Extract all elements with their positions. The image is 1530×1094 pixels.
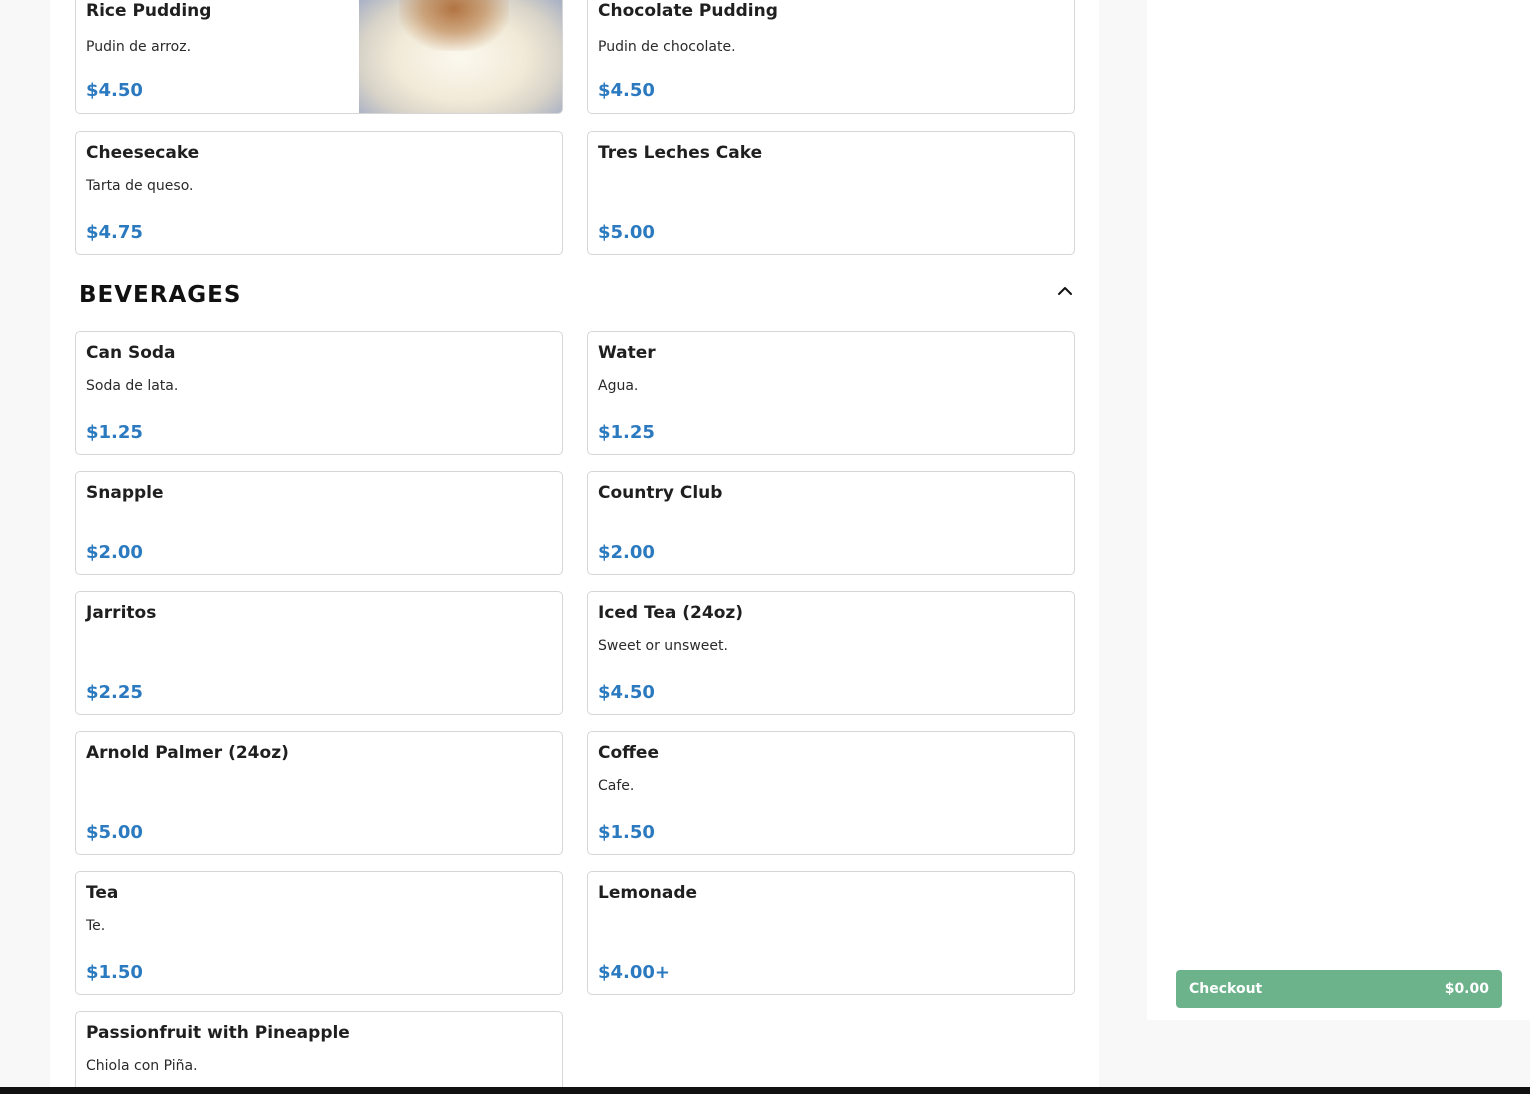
menu-item-card[interactable]: Snapple $2.00	[75, 471, 563, 575]
menu-item-card[interactable]: Arnold Palmer (24oz) $5.00	[75, 731, 563, 855]
item-description: Tarta de queso.	[86, 178, 194, 194]
item-price: $1.25	[598, 422, 655, 443]
item-name: Passionfruit with Pineapple	[86, 1023, 350, 1043]
menu-item-card[interactable]: Water Agua. $1.25	[587, 331, 1075, 455]
item-description: Soda de lata.	[86, 378, 179, 394]
item-description: Agua.	[598, 378, 639, 394]
item-name: Chocolate Pudding	[598, 1, 778, 21]
menu-item-card[interactable]: Iced Tea (24oz) Sweet or unsweet. $4.50	[587, 591, 1075, 715]
item-name: Lemonade	[598, 883, 698, 903]
item-name: Can Soda	[86, 343, 176, 363]
item-name: Tres Leches Cake	[598, 143, 763, 163]
menu-item-card[interactable]: Coffee Cafe. $1.50	[587, 731, 1075, 855]
item-price: $1.50	[86, 962, 143, 983]
rice-pudding-photo	[359, 0, 562, 113]
item-price: $5.00	[86, 822, 143, 843]
section-title-beverages: BEVERAGES	[79, 282, 242, 308]
checkout-total: $0.00	[1444, 981, 1489, 997]
item-price: $1.25	[86, 422, 143, 443]
chevron-up-icon[interactable]	[1054, 282, 1076, 300]
item-price: $4.50	[598, 682, 655, 703]
item-price: $4.75	[86, 222, 143, 243]
item-name: Jarritos	[86, 603, 157, 623]
item-description: Cafe.	[598, 778, 635, 794]
bottom-bar	[0, 1087, 1530, 1094]
item-name: Snapple	[86, 483, 164, 503]
item-price: $4.50	[598, 80, 655, 101]
item-price: $4.00+	[598, 962, 671, 983]
menu-item-card[interactable]: Country Club $2.00	[587, 471, 1075, 575]
item-name: Tea	[86, 883, 119, 903]
checkout-label: Checkout	[1189, 981, 1263, 997]
item-name: Country Club	[598, 483, 723, 503]
checkout-button[interactable]: Checkout $0.00	[1176, 970, 1502, 1008]
menu-item-card[interactable]: Can Soda Soda de lata. $1.25	[75, 331, 563, 455]
menu-item-card[interactable]: Tres Leches Cake $5.00	[587, 131, 1075, 255]
item-name: Cheesecake	[86, 143, 200, 163]
item-price: $1.50	[598, 822, 655, 843]
item-description: Pudin de arroz.	[86, 39, 192, 55]
item-price: $2.00	[598, 542, 655, 563]
item-name: Arnold Palmer (24oz)	[86, 743, 289, 763]
menu-item-card[interactable]: Passionfruit with Pineapple Chiola con P…	[75, 1011, 563, 1094]
menu-item-card[interactable]: Lemonade $4.00+	[587, 871, 1075, 995]
item-price: $4.50	[86, 80, 143, 101]
item-description: Sweet or unsweet.	[598, 638, 728, 654]
item-name: Rice Pudding	[86, 1, 212, 21]
menu-item-card[interactable]: Chocolate Pudding Pudin de chocolate. $4…	[587, 0, 1075, 114]
menu-item-card[interactable]: Tea Te. $1.50	[75, 871, 563, 995]
item-price: $2.00	[86, 542, 143, 563]
item-price: $5.00	[598, 222, 655, 243]
menu-item-card[interactable]: Rice Pudding Pudin de arroz. $4.50	[75, 0, 563, 114]
item-name: Water	[598, 343, 656, 363]
cart-panel	[1147, 0, 1530, 1020]
item-price: $2.25	[86, 682, 143, 703]
item-description: Pudin de chocolate.	[598, 39, 736, 55]
menu-item-card[interactable]: Cheesecake Tarta de queso. $4.75	[75, 131, 563, 255]
item-description: Te.	[86, 918, 106, 934]
item-name: Iced Tea (24oz)	[598, 603, 744, 623]
item-name: Coffee	[598, 743, 659, 763]
menu-item-card[interactable]: Jarritos $2.25	[75, 591, 563, 715]
item-description: Chiola con Piña.	[86, 1058, 198, 1074]
